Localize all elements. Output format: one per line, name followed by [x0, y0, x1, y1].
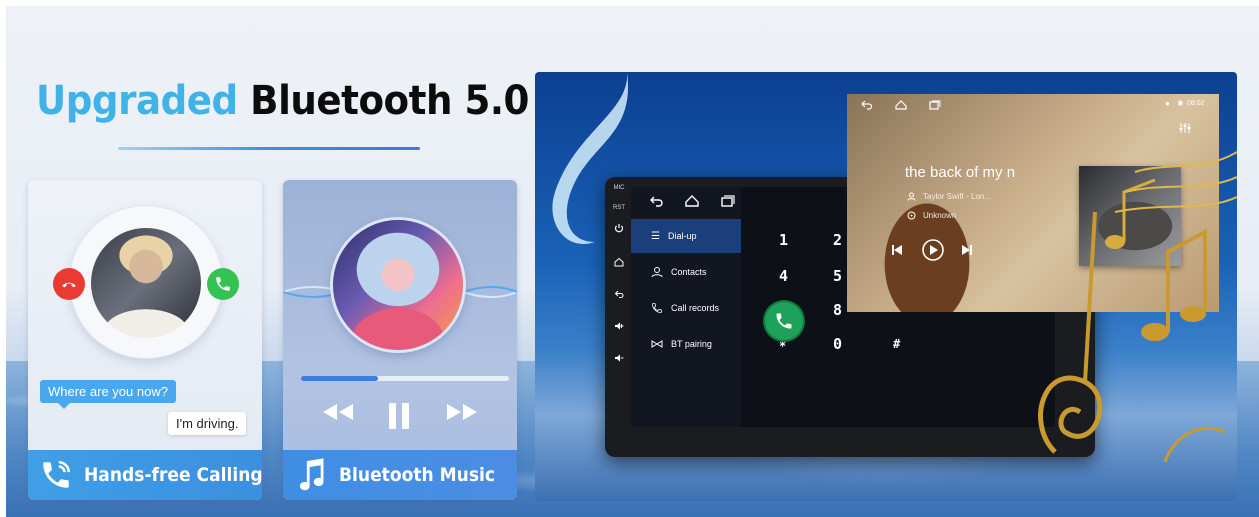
recent-apps-icon[interactable]: [929, 100, 941, 110]
power-icon: [614, 224, 624, 233]
previous-track-icon[interactable]: [891, 244, 903, 256]
calling-card-label: Hands-free Calling: [84, 464, 262, 486]
song-album: Unknown: [923, 211, 957, 220]
hands-free-calling-card: Where are you now? I'm driving. Hands-fr…: [28, 180, 262, 500]
album-icon: [907, 211, 916, 220]
page-title: Upgraded Bluetooth 5.0: [36, 78, 529, 138]
dial-key-hash[interactable]: #: [893, 337, 900, 351]
bluetooth-music-card: Bluetooth Music: [283, 180, 517, 500]
music-card-footer: Bluetooth Music: [283, 450, 517, 500]
hang-up-icon: [62, 282, 76, 288]
recent-apps-icon[interactable]: [721, 195, 735, 207]
volume-up-icon: [615, 322, 624, 330]
nav-item-label: Dial-up: [667, 231, 697, 241]
caller-avatar: [91, 228, 201, 338]
nav-item-label: BT pairing: [671, 339, 712, 349]
dial-key-1[interactable]: 1: [779, 231, 788, 249]
phone-icon: [776, 313, 792, 329]
banner: Upgraded Bluetooth 5.0 Where are you now…: [6, 6, 1259, 517]
nav-item-label: Contacts: [671, 267, 707, 277]
status-time: 08:02: [1187, 100, 1205, 107]
pause-button[interactable]: [387, 402, 411, 430]
play-icon[interactable]: [921, 238, 945, 262]
home-icon[interactable]: [685, 195, 699, 207]
dialpad-icon: ☰: [651, 230, 660, 242]
contacts-icon: [651, 267, 663, 278]
dial-key-5[interactable]: 5: [833, 267, 842, 285]
dial-key-4[interactable]: 4: [779, 267, 788, 285]
fast-forward-button[interactable]: [445, 402, 479, 422]
volume-down-key[interactable]: [611, 353, 627, 365]
nav-item-contacts[interactable]: Contacts: [631, 255, 741, 289]
reset-label: RST: [613, 205, 625, 211]
nav-item-call-records[interactable]: Call records: [631, 291, 741, 325]
phone-icon: [216, 277, 230, 291]
chat-bubble-question: Where are you now?: [40, 380, 176, 409]
phone-call-icon: [36, 455, 76, 495]
call-records-icon: [652, 303, 662, 313]
nav-item-label: Call records: [671, 303, 720, 313]
bluetooth-status-icon: ✱: [1177, 99, 1184, 108]
phone-nav-panel: ☰ Dial-up Contacts Call records BT pairi…: [631, 187, 741, 427]
title-highlight: Upgraded: [36, 78, 238, 124]
title-underline: [118, 147, 420, 150]
answer-call-button[interactable]: [207, 268, 239, 300]
music-note-icon: [291, 455, 331, 495]
decline-call-button[interactable]: [53, 268, 85, 300]
fast-forward-icon: [447, 404, 477, 420]
pause-icon: [389, 403, 409, 429]
home-icon: [614, 257, 624, 267]
back-icon[interactable]: [861, 100, 873, 110]
dial-call-button[interactable]: [765, 302, 803, 340]
volume-up-key[interactable]: [611, 321, 627, 333]
back-key[interactable]: [611, 289, 627, 301]
mic-label: MIC: [613, 185, 625, 191]
home-icon[interactable]: [895, 100, 907, 110]
gold-music-notes-decoration: [1038, 151, 1237, 463]
rewind-button[interactable]: [321, 402, 355, 422]
nav-item-dial-up[interactable]: ☰ Dial-up: [631, 219, 741, 253]
dial-key-0[interactable]: 0: [833, 335, 842, 353]
nav-item-bt-pairing[interactable]: BT pairing: [631, 327, 741, 361]
rewind-icon: [323, 404, 353, 420]
dial-key-8[interactable]: 8: [833, 301, 842, 319]
song-artist: Taylor Swift - Lon...: [923, 192, 992, 201]
chat-bubble-answer: I'm driving.: [168, 412, 247, 435]
dial-key-star[interactable]: *: [779, 339, 786, 353]
album-art: [333, 220, 463, 350]
music-card-label: Bluetooth Music: [339, 464, 496, 486]
volume-down-icon: [615, 354, 624, 362]
title-main: Bluetooth 5.0: [250, 78, 529, 124]
artist-icon: [907, 192, 916, 201]
back-icon[interactable]: [649, 195, 663, 207]
back-icon: [614, 290, 624, 298]
song-title: the back of my n: [905, 164, 1016, 181]
bluetooth-icon: [651, 340, 663, 348]
progress-fill: [301, 376, 378, 381]
car-stereo-scene: MIC RST ☰ Dial-up Contacts Call records …: [535, 72, 1237, 501]
home-key[interactable]: [611, 257, 627, 269]
side-keys: MIC RST: [605, 177, 631, 457]
next-track-icon[interactable]: [961, 244, 973, 256]
progress-bar[interactable]: [301, 376, 509, 381]
location-icon: ●: [1165, 99, 1170, 108]
system-nav-bar: [649, 195, 735, 207]
dial-key-2[interactable]: 2: [833, 231, 842, 249]
calling-card-footer: Hands-free Calling: [28, 450, 262, 500]
power-key[interactable]: [611, 223, 627, 235]
